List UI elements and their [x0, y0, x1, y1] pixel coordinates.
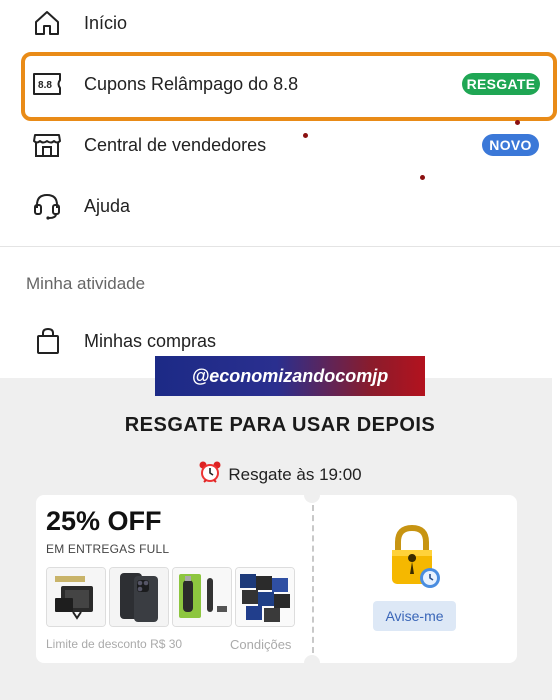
- resgate-time-text: Resgate às 19:00: [228, 464, 362, 484]
- coupon-notch: [304, 487, 320, 503]
- stray-dot: [515, 120, 520, 125]
- menu-item-inicio[interactable]: Início: [0, 0, 560, 53]
- stray-dot: [303, 133, 308, 138]
- product-thumb-underwear: [235, 567, 295, 627]
- watermark-text: @economizandocomjp: [191, 365, 389, 386]
- lock-icon: [386, 524, 442, 595]
- product-thumb-phone: [109, 567, 169, 627]
- novo-badge: NOVO: [482, 134, 539, 156]
- menu-item-central-vendedores[interactable]: Central de vendedores NOVO: [0, 115, 560, 175]
- coupon-discount: 25% OFF: [46, 506, 162, 536]
- section-title-minha-atividade: Minha atividade: [26, 274, 146, 293]
- divider: [0, 246, 560, 247]
- store-icon: [30, 128, 64, 162]
- watermark-banner: @economizandocomjp: [155, 356, 425, 396]
- menu-label-compras: Minhas compras: [84, 330, 217, 351]
- home-icon: [30, 6, 64, 40]
- coupon-limit: Limite de desconto R$ 30: [46, 637, 183, 651]
- alarm-clock-icon: [198, 460, 222, 489]
- product-thumb-floodlight: [46, 567, 106, 627]
- bag-icon: [31, 324, 65, 358]
- headset-icon: [30, 189, 64, 223]
- promo-title: RESGATE PARA USAR DEPOIS: [124, 414, 436, 436]
- coupon-notch: [304, 655, 320, 671]
- menu-label-inicio: Início: [84, 12, 128, 33]
- coupon-separator: [312, 505, 314, 653]
- coupon-subtitle: EM ENTREGAS FULL: [46, 542, 170, 556]
- avise-me-button[interactable]: Avise-me: [373, 601, 456, 631]
- highlight-box: [21, 52, 557, 121]
- product-thumb-trimmer: [172, 567, 232, 627]
- stray-dot: [420, 175, 425, 180]
- coupon-conditions-link[interactable]: Condições: [230, 637, 291, 652]
- menu-item-ajuda[interactable]: Ajuda: [0, 176, 560, 236]
- resgate-time-row: Resgate às 19:00: [0, 460, 560, 489]
- menu-label-ajuda: Ajuda: [84, 195, 131, 216]
- menu-label-central: Central de vendedores: [84, 134, 267, 155]
